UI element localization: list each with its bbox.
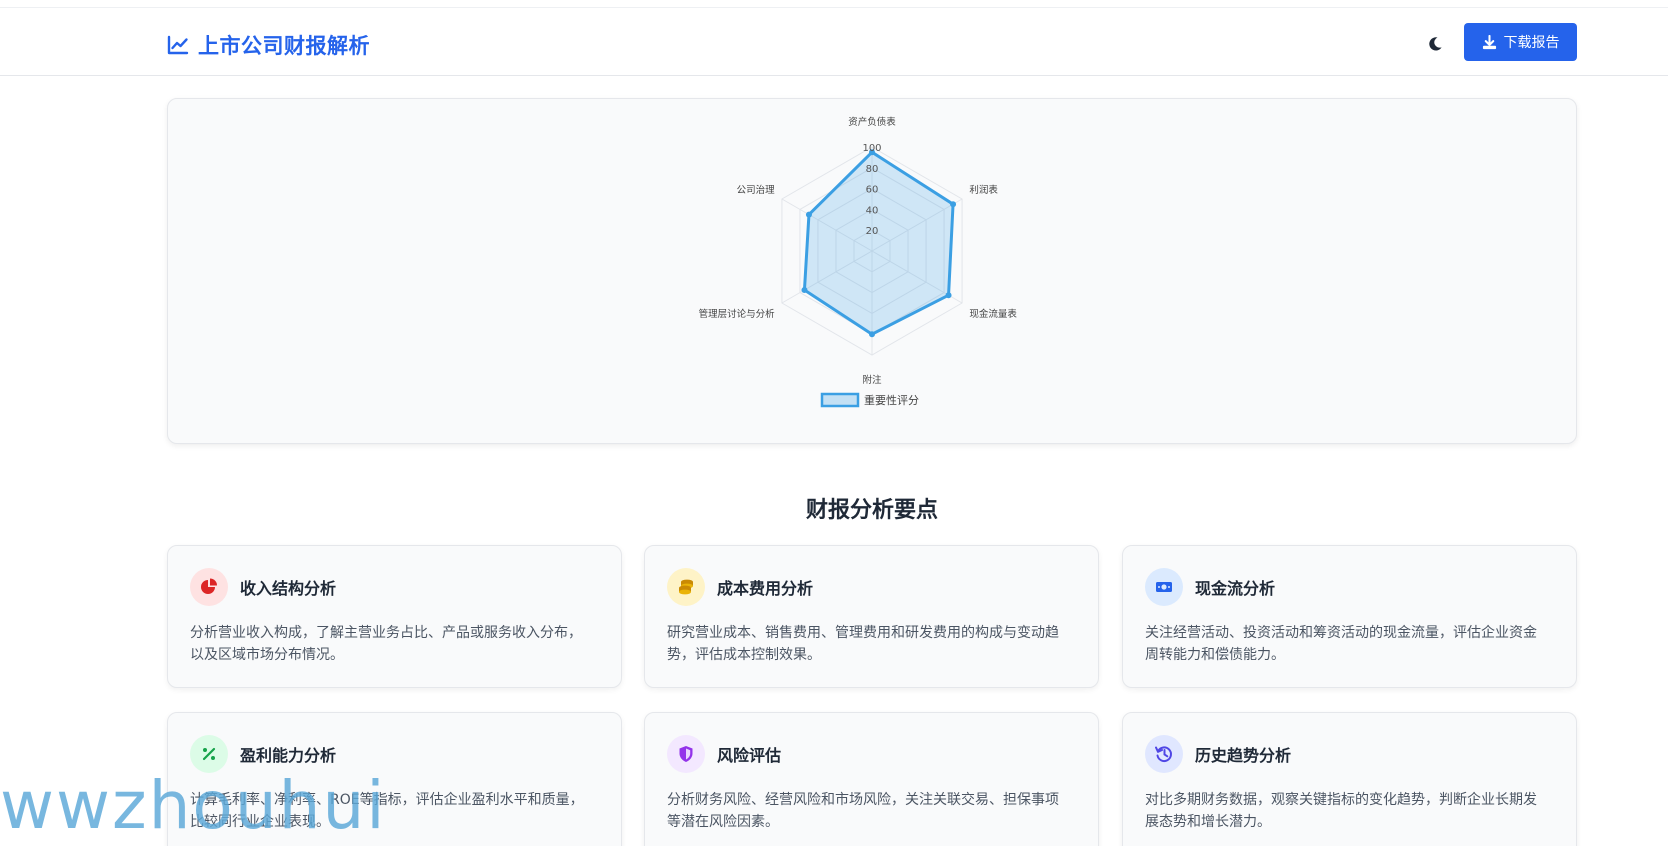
legend-swatch xyxy=(820,392,860,408)
shield-icon xyxy=(679,746,693,762)
analysis-card[interactable]: 风险评估 分析财务风险、经营风险和市场风险，关注关联交易、担保事项等潜在风险因素… xyxy=(644,712,1099,846)
radar-data-point xyxy=(801,287,808,293)
app-title: 上市公司财报解析 xyxy=(198,34,370,58)
radar-chart: 20 40 60 80 100 资产负债表利润表现金流量表附注 管理层讨论与分析 公司治理重要… xyxy=(699,116,1017,408)
radar-category-label: 附注 xyxy=(862,374,882,386)
card-header: 成本费用分析 xyxy=(667,568,813,606)
radar-tick-label: 80 xyxy=(866,164,879,175)
card-description: 关注经营活动、投资活动和筹资活动的现金流量，评估企业资金周转能力和偿债能力。 xyxy=(1145,625,1537,663)
card-icon-badge xyxy=(667,568,705,606)
card-icon-badge xyxy=(1145,568,1183,606)
theme-toggle-button[interactable] xyxy=(1422,31,1448,57)
analysis-card[interactable]: 现金流分析 关注经营活动、投资活动和筹资活动的现金流量，评估企业资金周转能力和偿… xyxy=(1122,545,1577,688)
radar-tick-label: 60 xyxy=(866,185,879,196)
card-title: 风险评估 xyxy=(717,746,782,765)
card-icon-badge xyxy=(190,568,228,606)
radar-tick-label: 20 xyxy=(866,226,879,237)
card-description: 分析营业收入构成，了解主营业务占比、产品或服务收入分布，以及区域市场分布情况。 xyxy=(190,625,582,663)
card-description: 对比多期财务数据，观察关键指标的变化趋势，判断企业长期发展态势和增长潜力。 xyxy=(1145,792,1537,830)
card-title: 成本费用分析 xyxy=(717,579,814,598)
radar-data-point xyxy=(945,292,952,299)
download-icon xyxy=(1482,34,1496,49)
download-report-button[interactable]: 下载报告 xyxy=(1464,23,1577,61)
radar-category-label: 管理层讨论与分析 xyxy=(699,308,776,320)
radar-category-label: 利润表 xyxy=(969,184,998,196)
legend-label: 重要性评分 xyxy=(864,393,919,407)
radar-chart-card: 20 40 60 80 100 资产负债表利润表现金流量表附注 管理层讨论与分析 公司治理重要… xyxy=(167,98,1577,444)
radar-data-point xyxy=(950,201,957,208)
radar-category-label: 公司治理 xyxy=(737,184,776,196)
money-bill-icon xyxy=(1156,582,1172,592)
card-title: 盈利能力分析 xyxy=(240,746,337,765)
analysis-card[interactable]: 历史趋势分析 对比多期财务数据，观察关键指标的变化趋势，判断企业长期发展态势和增… xyxy=(1122,712,1577,846)
card-title: 现金流分析 xyxy=(1195,579,1276,598)
radar-data-point xyxy=(869,331,875,338)
card-icon-badge xyxy=(667,735,705,773)
radar-series-area xyxy=(802,150,955,336)
section-title: 财报分析要点 xyxy=(805,498,938,523)
card-description: 研究营业成本、销售费用、管理费用和研发费用的构成与变动趋势，评估成本控制效果。 xyxy=(667,625,1059,663)
radar-category-label: 资产负债表 xyxy=(848,116,896,128)
card-title: 收入结构分析 xyxy=(240,579,337,598)
card-header: 风险评估 xyxy=(667,735,781,773)
card-icon-badge xyxy=(1145,735,1183,773)
radar-data-point xyxy=(805,211,812,218)
brand[interactable]: 上市公司财报解析 xyxy=(166,30,370,60)
history-icon xyxy=(1155,746,1172,762)
radar-category-label: 现金流量表 xyxy=(969,308,1017,320)
coins-icon xyxy=(679,579,693,595)
chart-line-icon xyxy=(167,35,189,55)
card-header: 收入结构分析 xyxy=(190,568,336,606)
card-header: 历史趋势分析 xyxy=(1145,735,1291,773)
download-label: 下载报告 xyxy=(1503,35,1560,51)
analysis-card[interactable]: 成本费用分析 研究营业成本、销售费用、管理费用和研发费用的构成与变动趋势，评估成… xyxy=(644,545,1099,688)
radar-tick-label: 100 xyxy=(862,143,881,154)
radar-tick-label: 40 xyxy=(866,205,879,216)
percent-icon xyxy=(202,747,216,761)
card-title: 历史趋势分析 xyxy=(1195,746,1292,765)
moon-icon xyxy=(1429,37,1442,51)
card-header: 现金流分析 xyxy=(1145,568,1275,606)
card-description: 分析财务风险、经营风险和市场风险，关注关联交易、担保事项等潜在风险因素。 xyxy=(667,792,1059,830)
watermark: wwzhouhui xyxy=(0,767,387,844)
pie-chart-icon xyxy=(201,578,217,594)
analysis-card[interactable]: 收入结构分析 分析营业收入构成，了解主营业务占比、产品或服务收入分布，以及区域市… xyxy=(167,545,622,688)
app-header: 上市公司财报解析 下载报告 xyxy=(0,8,1668,76)
